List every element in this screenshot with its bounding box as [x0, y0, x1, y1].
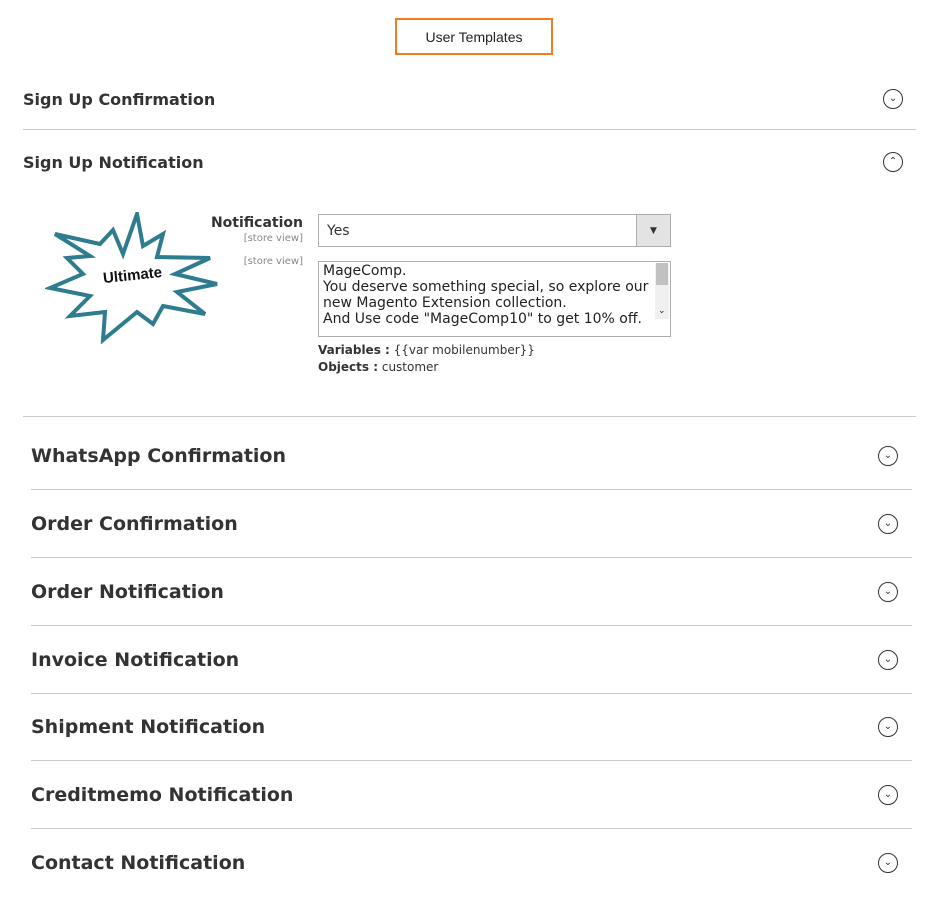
chevron-down-circle-icon[interactable]: ⌄ — [878, 852, 898, 873]
chevron-down-circle-icon[interactable]: ⌄ — [878, 784, 898, 805]
notification-label: Notification — [210, 215, 303, 231]
objects-info: Objects : customer — [318, 360, 439, 374]
message-textarea[interactable]: MageComp. You deserve something special,… — [318, 261, 671, 337]
section-creditmemo-notification[interactable]: Creditmemo Notification ⌄ — [31, 761, 912, 828]
section-sign-up-confirmation[interactable]: Sign Up Confirmation ⌄ — [23, 84, 903, 114]
message-line: And Use code "MageComp10" to get 10% off… — [323, 311, 642, 327]
message-line: new Magento Extension collection. — [323, 295, 567, 311]
section-sign-up-notification[interactable]: Sign Up Notification ⌃ — [23, 147, 903, 177]
divider — [23, 416, 916, 417]
chevron-down-circle-icon[interactable]: ⌄ — [878, 717, 898, 737]
section-title: Sign Up Confirmation — [23, 89, 216, 109]
dropdown-arrow-icon[interactable]: ▼ — [636, 215, 670, 246]
message-scope-label: [store view] — [243, 256, 303, 267]
user-templates-button[interactable]: User Templates — [395, 18, 553, 55]
chevron-down-circle-icon[interactable]: ⌄ — [878, 513, 898, 534]
select-value: Yes — [327, 222, 350, 239]
chevron-down-circle-icon[interactable]: ⌄ — [883, 89, 903, 109]
divider — [23, 129, 916, 130]
section-shipment-notification[interactable]: Shipment Notification ⌄ — [31, 694, 912, 760]
message-line: MageComp. — [323, 263, 407, 279]
variables-info: Variables : {{var mobilenumber}} — [318, 343, 535, 357]
chevron-down-circle-icon[interactable]: ⌄ — [878, 649, 898, 670]
scope-label: [store view] — [243, 233, 303, 244]
section-order-notification[interactable]: Order Notification ⌄ — [31, 558, 912, 625]
section-order-confirmation[interactable]: Order Confirmation ⌄ — [31, 490, 912, 557]
textarea-scrollbar[interactable]: ⌄ — [655, 263, 669, 319]
section-invoice-notification[interactable]: Invoice Notification ⌄ — [31, 626, 912, 693]
message-line: You deserve something special, so explor… — [323, 279, 649, 295]
section-contact-notification[interactable]: Contact Notification ⌄ — [31, 829, 912, 896]
chevron-down-circle-icon[interactable]: ⌄ — [878, 581, 898, 602]
ultimate-starburst-badge: Ultimate — [45, 212, 218, 344]
section-whatsapp-confirmation[interactable]: WhatsApp Confirmation ⌄ — [31, 422, 912, 489]
notification-select[interactable]: Yes ▼ — [318, 214, 671, 247]
section-list: WhatsApp Confirmation ⌄ Order Confirmatio… — [31, 422, 912, 896]
chevron-up-circle-icon[interactable]: ⌃ — [883, 152, 903, 172]
chevron-down-circle-icon[interactable]: ⌄ — [878, 445, 898, 466]
section-title: Sign Up Notification — [23, 152, 204, 172]
